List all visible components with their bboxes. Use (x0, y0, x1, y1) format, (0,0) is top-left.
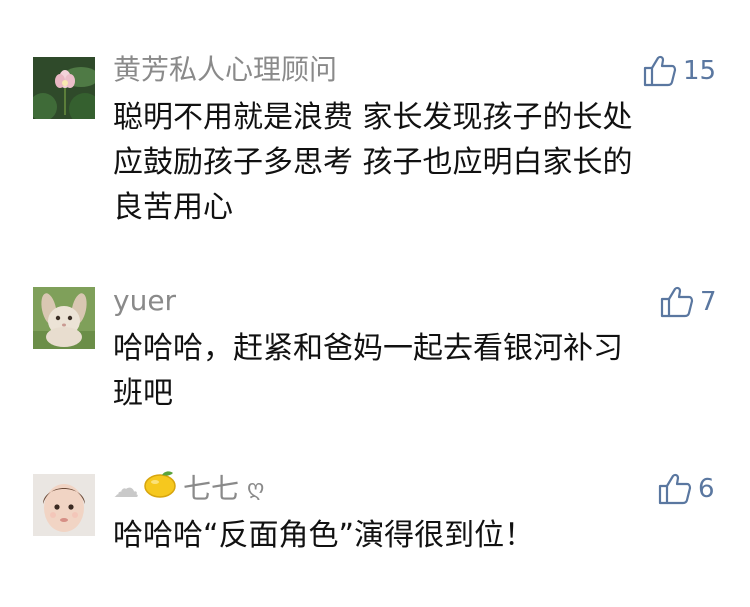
lemon-emoji-icon (143, 469, 177, 508)
comment-text-line: 聪明不用就是浪费 家长发现孩子的长处 (113, 100, 633, 135)
thumbs-up-icon (643, 55, 677, 87)
thumbs-up-icon (660, 286, 694, 318)
lotus-flower-avatar-icon (33, 57, 95, 119)
avatar[interactable] (33, 57, 95, 119)
comment-text-line: 良苦用心 (113, 190, 233, 225)
like-button[interactable]: 7 (660, 284, 717, 320)
like-button[interactable]: 6 (658, 471, 715, 507)
comment-author[interactable]: 黄芳私人心理顾问 (113, 52, 337, 88)
comment-text-line: 应鼓励孩子多思考 孩子也应明白家长的 (113, 145, 633, 180)
comment-text-line: 哈哈哈，赶紧和爸妈一起去看银河补习 (113, 331, 623, 366)
cloud-emoji-icon: ☁ (113, 473, 139, 504)
comment-text: 哈哈哈，赶紧和爸妈一起去看银河补习 班吧 (113, 326, 713, 416)
avatar[interactable] (33, 287, 95, 349)
comment-author[interactable]: yuer (113, 283, 176, 319)
like-button[interactable]: 15 (643, 53, 716, 89)
comment-author[interactable]: ☁ 七七 ღ (113, 469, 264, 508)
rabbit-avatar-icon (33, 287, 95, 349)
like-count: 6 (698, 474, 715, 504)
author-name: 七七 (183, 471, 240, 505)
avatar[interactable] (33, 474, 95, 536)
heart-flourish-icon: ღ (247, 475, 265, 501)
comment-text-line: 哈哈哈“反面角色”演得很到位！ (113, 518, 535, 553)
like-count: 7 (700, 287, 717, 317)
like-count: 15 (683, 56, 717, 86)
comment-text: 聪明不用就是浪费 家长发现孩子的长处 应鼓励孩子多思考 孩子也应明白家长的 良苦… (113, 95, 713, 230)
comment-text-line: 班吧 (113, 376, 173, 411)
thumbs-up-icon (658, 473, 692, 505)
baby-photo-avatar-icon (33, 474, 95, 536)
comment-text: 哈哈哈“反面角色”演得很到位！ (113, 513, 713, 558)
